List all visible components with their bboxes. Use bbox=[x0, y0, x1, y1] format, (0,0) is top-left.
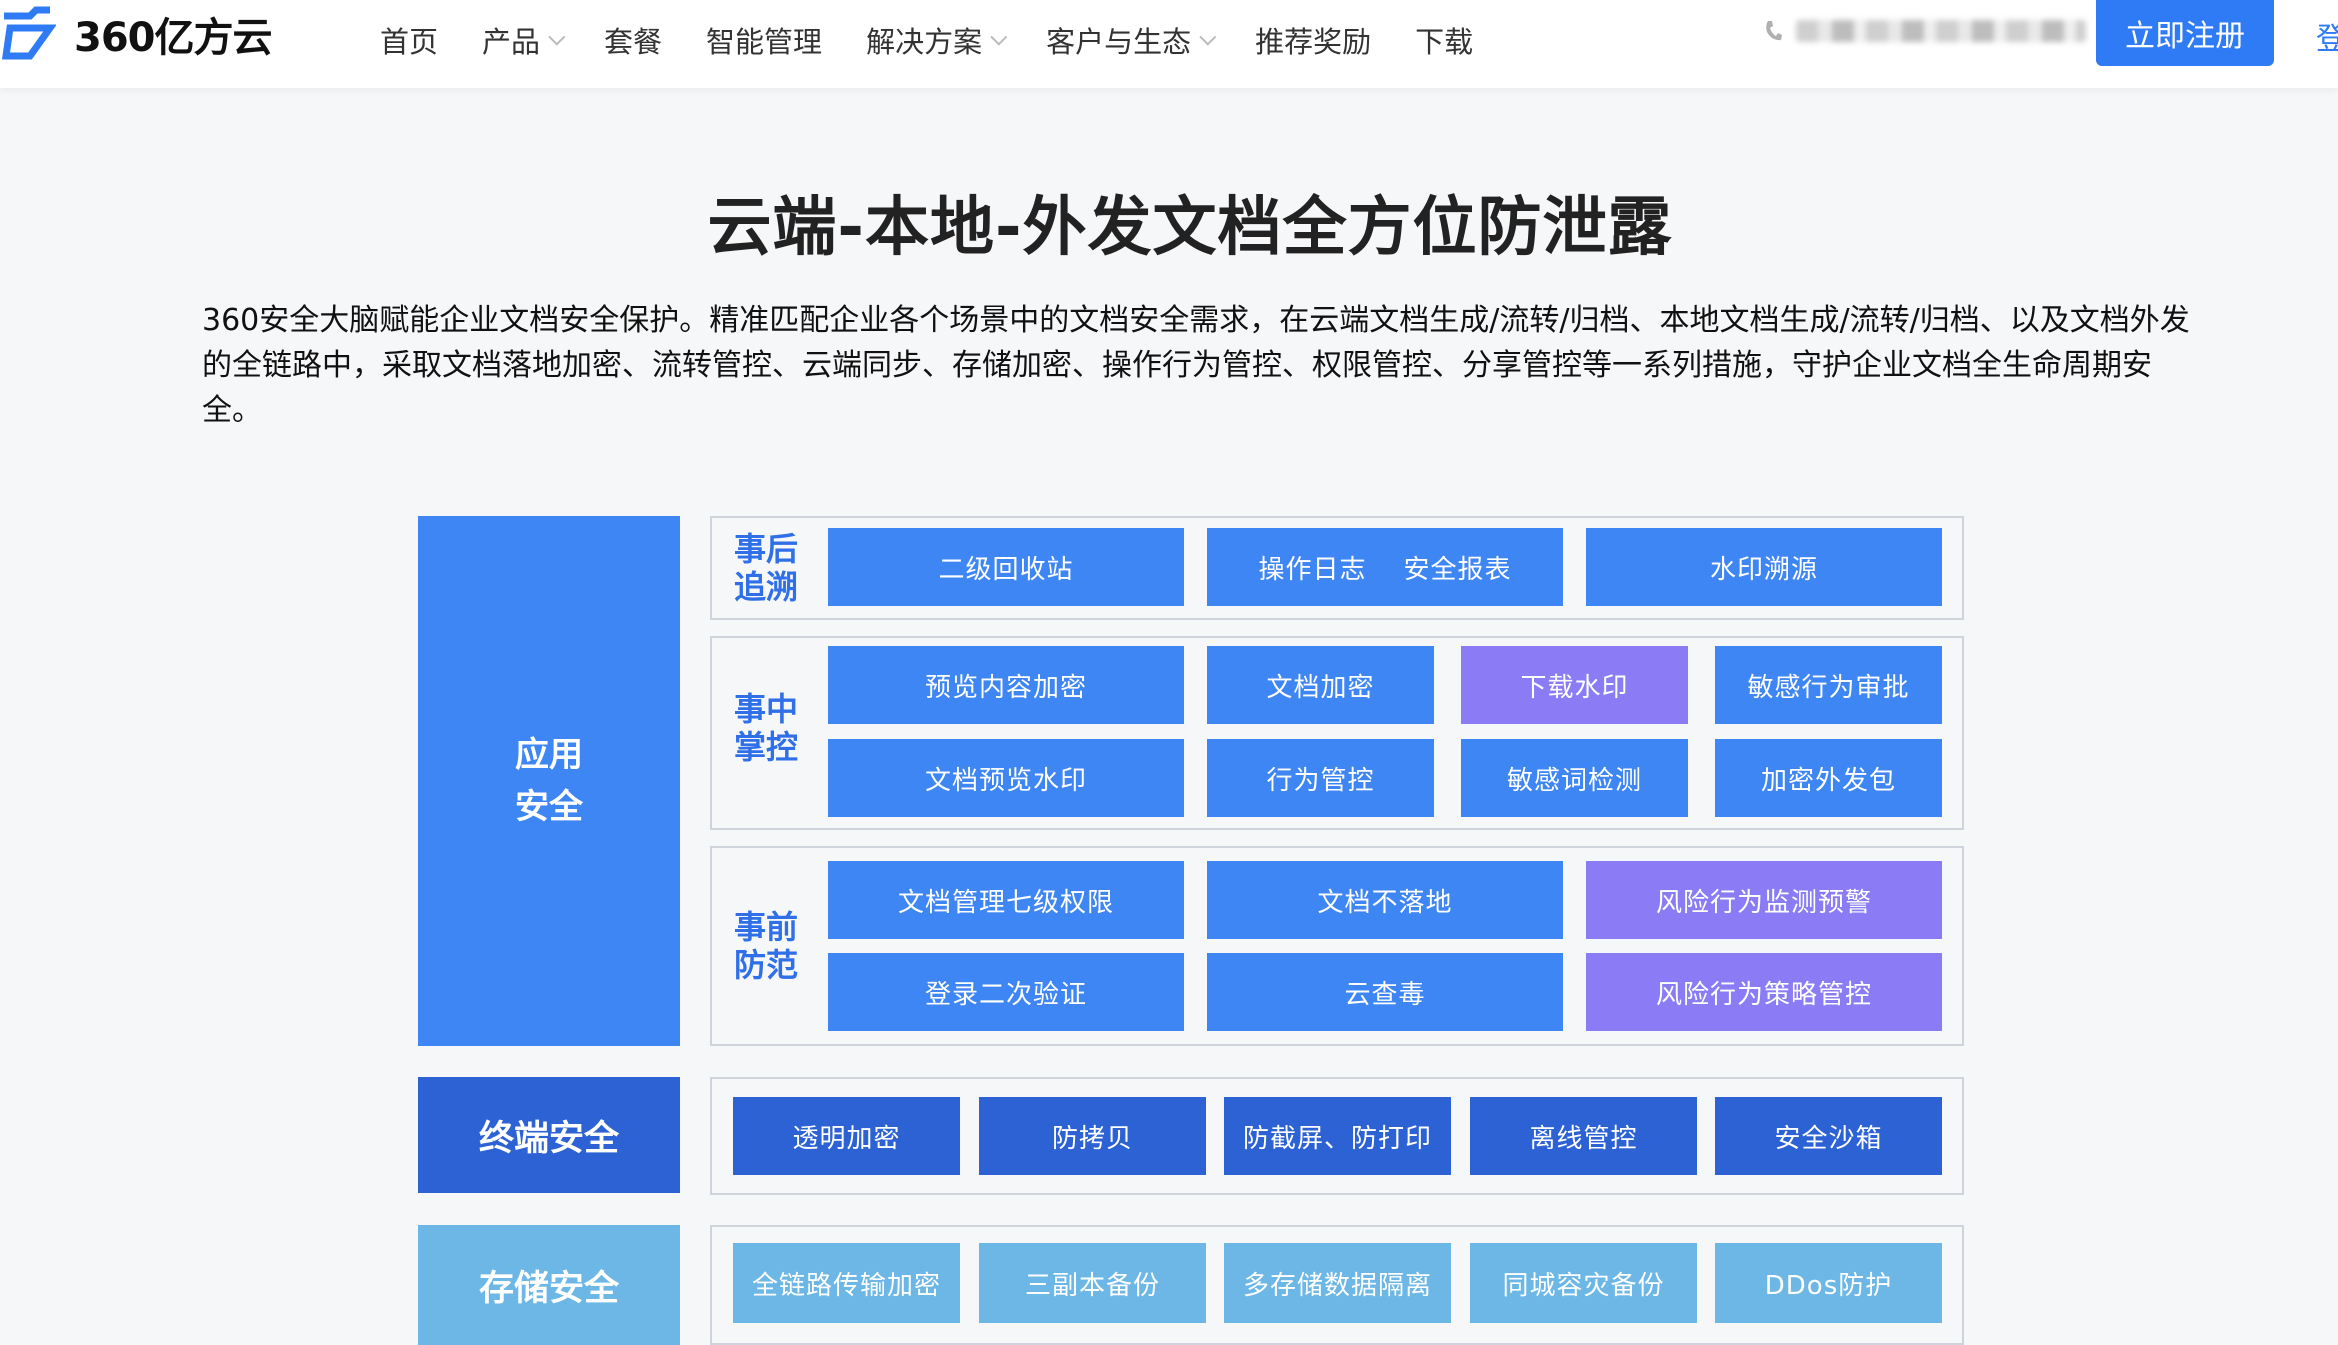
nav-item-solutions[interactable]: 解决方案 bbox=[866, 19, 1008, 61]
category-storage-security: 存储安全 bbox=[418, 1225, 680, 1345]
tile-ddos-protection[interactable]: DDos防护 bbox=[1715, 1243, 1942, 1323]
tile-preview-content-encryption[interactable]: 预览内容加密 bbox=[828, 646, 1184, 724]
tile-two-factor-login[interactable]: 登录二次验证 bbox=[828, 953, 1184, 1031]
nav-item-customers-ecosystem[interactable]: 客户与生态 bbox=[1046, 19, 1217, 61]
tile-document-encryption[interactable]: 文档加密 bbox=[1207, 646, 1434, 724]
tile-no-local-storage[interactable]: 文档不落地 bbox=[1207, 861, 1563, 939]
nav-label: 客户与生态 bbox=[1046, 25, 1192, 59]
tile-same-city-disaster-backup[interactable]: 同城容灾备份 bbox=[1470, 1243, 1697, 1323]
tile-full-link-transport-encryption[interactable]: 全链路传输加密 bbox=[733, 1243, 960, 1323]
tile-cloud-virus-scan[interactable]: 云查毒 bbox=[1207, 953, 1563, 1031]
nav-label: 产品 bbox=[482, 25, 541, 59]
stage-after-trace: 事后 追溯 bbox=[733, 530, 798, 606]
chevron-down-icon bbox=[990, 28, 1008, 46]
brand-logo[interactable]: 360亿方云 bbox=[0, 4, 272, 64]
tile-operation-log-security-report[interactable]: 操作日志 安全报表 bbox=[1207, 528, 1563, 606]
nav-item-referral[interactable]: 推荐奖励 bbox=[1255, 19, 1371, 61]
nav-item-home[interactable]: 首页 bbox=[380, 19, 438, 61]
chevron-down-icon bbox=[1199, 28, 1217, 46]
tile-transparent-encryption[interactable]: 透明加密 bbox=[733, 1097, 960, 1175]
tile-sensitive-word-detection[interactable]: 敏感词检测 bbox=[1461, 739, 1688, 817]
stage-during-control: 事中 掌控 bbox=[733, 690, 798, 766]
blurred-phone-number bbox=[1796, 20, 2086, 42]
tile-multi-storage-isolation[interactable]: 多存储数据隔离 bbox=[1224, 1243, 1451, 1323]
brand-name: 360亿方云 bbox=[74, 15, 272, 61]
tile-anti-copy[interactable]: 防拷贝 bbox=[979, 1097, 1206, 1175]
category-terminal-security: 终端安全 bbox=[418, 1077, 680, 1193]
nav-label: 解决方案 bbox=[866, 25, 983, 59]
contact-phone bbox=[1764, 14, 2086, 48]
phone-icon bbox=[1766, 21, 1782, 41]
stage-before-prevention: 事前 防范 bbox=[733, 908, 798, 984]
tile-behavior-control[interactable]: 行为管控 bbox=[1207, 739, 1434, 817]
nav-label: 首页 bbox=[380, 25, 439, 59]
nav-item-plans[interactable]: 套餐 bbox=[604, 19, 662, 61]
category-application-security: 应用 安全 bbox=[418, 516, 680, 1046]
section-title: 云端-本地-外发文档全方位防泄露 bbox=[707, 191, 1673, 265]
cloud-logo-icon bbox=[1, 6, 56, 60]
main-nav: 首页 产品 套餐 智能管理 解决方案 客户与生态 推荐奖励 下载 bbox=[380, 16, 1517, 64]
tile-encrypted-outgoing-package[interactable]: 加密外发包 bbox=[1715, 739, 1942, 817]
nav-label: 下载 bbox=[1415, 25, 1474, 59]
tile-anti-screenshot-print[interactable]: 防截屏、防打印 bbox=[1224, 1097, 1451, 1175]
nav-item-smart-management[interactable]: 智能管理 bbox=[706, 19, 822, 61]
section-description: 360安全大脑赋能企业文档安全保护。精准匹配企业各个场景中的文档安全需求，在云端… bbox=[202, 303, 2190, 428]
nav-label: 智能管理 bbox=[706, 25, 823, 59]
tile-document-preview-watermark[interactable]: 文档预览水印 bbox=[828, 739, 1184, 817]
tile-triple-replica-backup[interactable]: 三副本备份 bbox=[979, 1243, 1206, 1323]
top-navigation-bar: 360亿方云 首页 产品 套餐 智能管理 解决方案 客户与生态 推荐奖励 下载 … bbox=[0, 0, 2338, 88]
tile-secondary-recycle-bin[interactable]: 二级回收站 bbox=[828, 528, 1184, 606]
nav-item-products[interactable]: 产品 bbox=[482, 19, 566, 61]
tile-risk-behavior-policy[interactable]: 风险行为策略管控 bbox=[1586, 953, 1942, 1031]
tile-seven-level-permissions[interactable]: 文档管理七级权限 bbox=[828, 861, 1184, 939]
register-button[interactable]: 立即注册 bbox=[2096, 0, 2274, 66]
chevron-down-icon bbox=[548, 28, 566, 46]
nav-label: 推荐奖励 bbox=[1255, 25, 1372, 59]
nav-item-download[interactable]: 下载 bbox=[1415, 19, 1473, 61]
tile-offline-control[interactable]: 离线管控 bbox=[1470, 1097, 1697, 1175]
nav-label: 套餐 bbox=[604, 25, 663, 59]
tile-watermark-trace[interactable]: 水印溯源 bbox=[1586, 528, 1942, 606]
tile-security-sandbox[interactable]: 安全沙箱 bbox=[1715, 1097, 1942, 1175]
tile-sensitive-behavior-approval[interactable]: 敏感行为审批 bbox=[1715, 646, 1942, 724]
tile-download-watermark[interactable]: 下载水印 bbox=[1461, 646, 1688, 724]
login-link[interactable]: 登 bbox=[2316, 14, 2338, 58]
tile-risk-behavior-monitoring[interactable]: 风险行为监测预警 bbox=[1586, 861, 1942, 939]
